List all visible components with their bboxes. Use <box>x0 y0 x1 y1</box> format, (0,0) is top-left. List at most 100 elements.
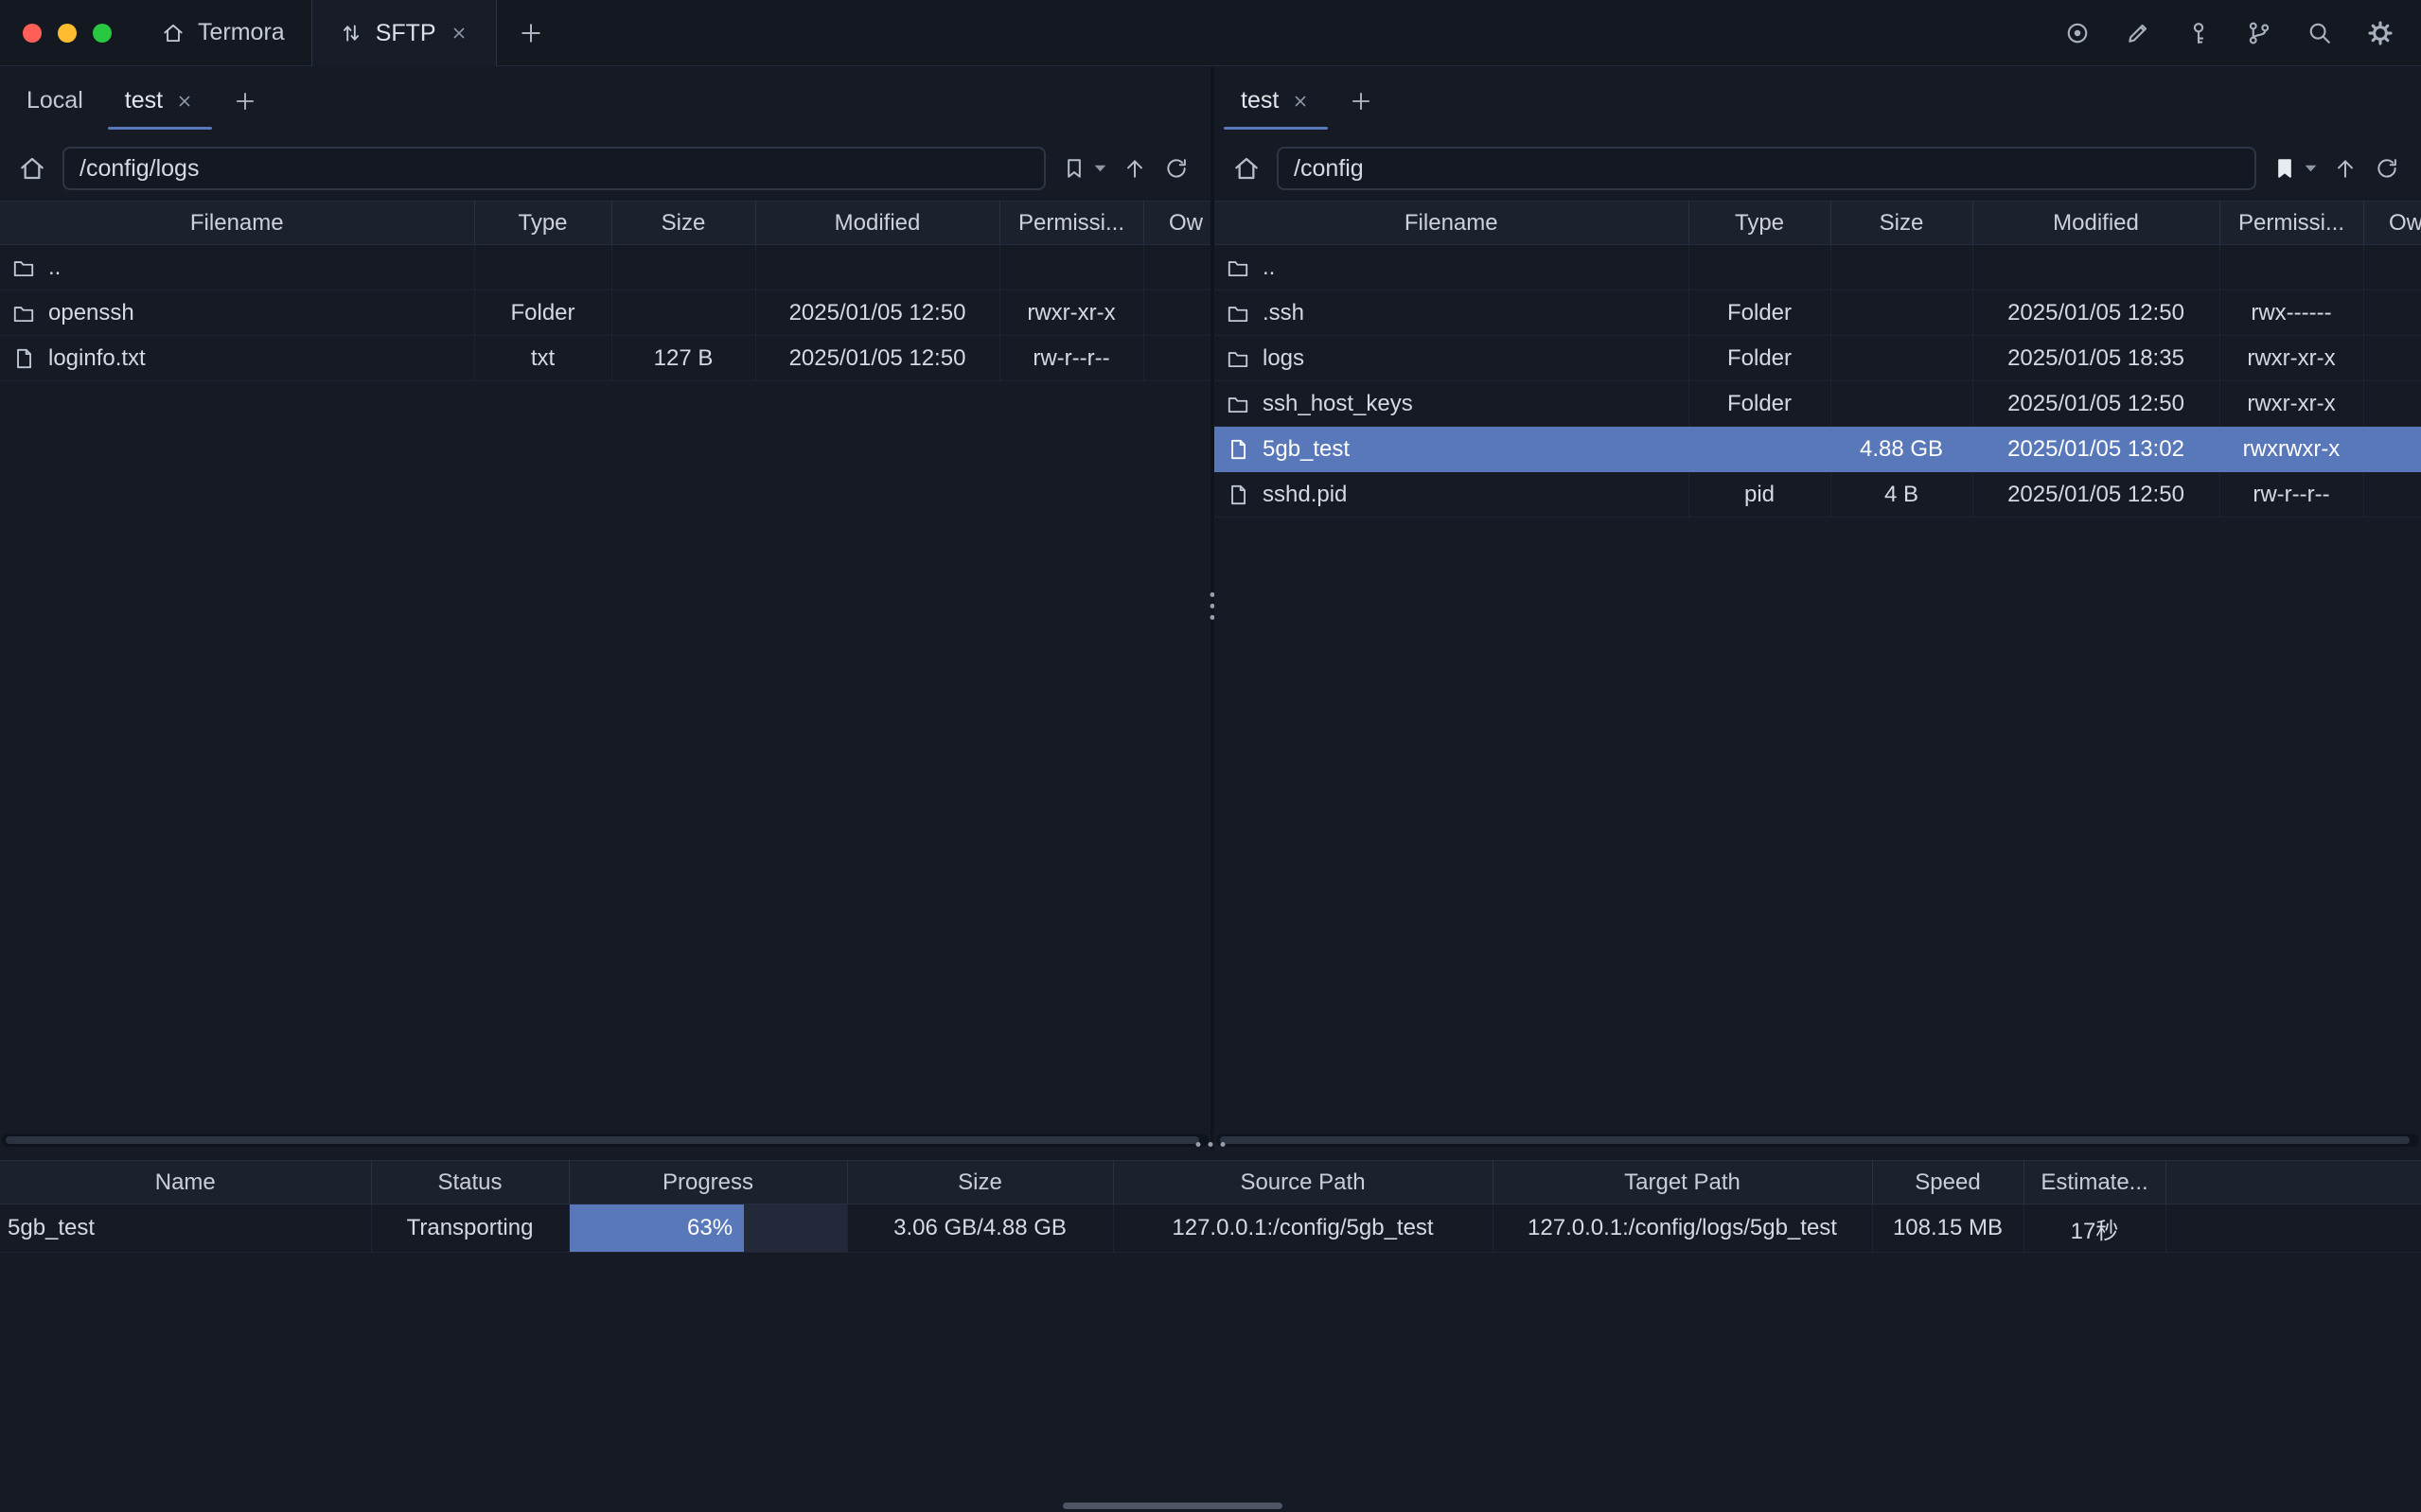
cell-modified: 2025/01/05 13:02 <box>1972 427 2219 472</box>
progress-percent-label: 63% <box>687 1215 733 1241</box>
minimize-window-button[interactable] <box>58 24 77 43</box>
cell-type <box>474 245 611 290</box>
transfer-row[interactable]: 5gb_test Transporting 63% 3.06 GB/4.88 G… <box>0 1204 2421 1253</box>
settings-gear-icon[interactable] <box>2366 19 2394 47</box>
col-header-filename[interactable]: Filename <box>0 202 474 245</box>
cell-permissions: rwxr-xr-x <box>2219 381 2363 427</box>
left-bookmark-control[interactable] <box>1061 155 1106 182</box>
right-pane-tabs: test <box>1214 66 2421 136</box>
col-header-size[interactable]: Size <box>611 202 755 245</box>
right-refresh-button[interactable] <box>2374 155 2400 182</box>
zoom-window-button[interactable] <box>93 24 112 43</box>
tab-sftp[interactable]: SFTP <box>311 0 497 66</box>
key-icon[interactable] <box>2184 19 2213 47</box>
edit-icon[interactable] <box>2124 19 2152 47</box>
dual-pane-area: Local test <box>0 66 2421 1151</box>
table-row[interactable]: ssh_host_keys Folder 2025/01/05 12:50 rw… <box>1214 381 2421 427</box>
right-path-input[interactable] <box>1277 147 2256 190</box>
cell-type <box>1688 245 1830 290</box>
file-icon <box>1226 483 1250 507</box>
folder-icon <box>1226 392 1250 416</box>
cell-permissions: rw-r--r-- <box>999 336 1143 381</box>
col-header-modified[interactable]: Modified <box>755 202 999 245</box>
cell-owner <box>2363 472 2421 518</box>
cell-transfer-speed: 108.15 MB <box>1872 1204 2023 1253</box>
col-header-estimate[interactable]: Estimate... <box>2023 1161 2165 1204</box>
col-header-name[interactable]: Name <box>0 1161 371 1204</box>
plus-icon <box>1349 89 1373 114</box>
left-tab-test[interactable]: test <box>104 66 216 135</box>
col-header-permissions[interactable]: Permissi... <box>999 202 1143 245</box>
col-header-type[interactable]: Type <box>1688 202 1830 245</box>
cell-filename: loginfo.txt <box>0 336 474 381</box>
col-header-owner[interactable]: Ow <box>1143 202 1210 245</box>
cell-type: Folder <box>1688 290 1830 336</box>
git-branch-icon[interactable] <box>2245 19 2273 47</box>
right-tab-test[interactable]: test <box>1220 66 1332 135</box>
plus-icon <box>233 89 257 114</box>
home-icon[interactable] <box>1231 153 1262 184</box>
table-row[interactable]: sshd.pid pid 4 B 2025/01/05 12:50 rw-r--… <box>1214 472 2421 518</box>
col-header-target-path[interactable]: Target Path <box>1493 1161 1872 1204</box>
right-up-directory-button[interactable] <box>2332 155 2359 182</box>
cell-permissions <box>999 245 1143 290</box>
col-header-type[interactable]: Type <box>474 202 611 245</box>
horizontal-scrollbar-thumb[interactable] <box>1220 1136 2410 1144</box>
table-row[interactable]: .. <box>0 245 1210 290</box>
new-window-tab-button[interactable] <box>497 0 565 65</box>
table-row[interactable]: logs Folder 2025/01/05 18:35 rwxr-xr-x <box>1214 336 2421 381</box>
cell-transfer-size: 3.06 GB/4.88 GB <box>847 1204 1113 1253</box>
table-row[interactable]: .. <box>1214 245 2421 290</box>
home-icon[interactable] <box>17 153 47 184</box>
h-splitter-handle[interactable] <box>1196 1142 1226 1147</box>
cell-modified: 2025/01/05 12:50 <box>755 336 999 381</box>
cell-filename: .. <box>1214 245 1688 290</box>
left-refresh-button[interactable] <box>1163 155 1190 182</box>
cell-size: 4.88 GB <box>1830 427 1972 472</box>
horizontal-scrollbar-thumb[interactable] <box>6 1136 1199 1144</box>
cell-type <box>1688 427 1830 472</box>
left-up-directory-button[interactable] <box>1122 155 1148 182</box>
cell-type: pid <box>1688 472 1830 518</box>
col-header-modified[interactable]: Modified <box>1972 202 2219 245</box>
bottom-scrollbar-thumb[interactable] <box>1063 1503 1282 1509</box>
cell-transfer-progress: 63% <box>569 1204 847 1253</box>
col-header-permissions[interactable]: Permissi... <box>2219 202 2363 245</box>
close-window-button[interactable] <box>23 24 42 43</box>
col-header-status[interactable]: Status <box>371 1161 569 1204</box>
cell-filename: .. <box>0 245 474 290</box>
right-tab-close-button[interactable] <box>1290 91 1311 112</box>
col-header-size[interactable]: Size <box>1830 202 1972 245</box>
table-row[interactable]: loginfo.txt txt 127 B 2025/01/05 12:50 r… <box>0 336 1210 381</box>
right-new-tab-button[interactable] <box>1332 66 1390 135</box>
left-path-input[interactable] <box>62 147 1046 190</box>
folder-icon <box>11 255 36 280</box>
cell-transfer-status: Transporting <box>371 1204 569 1253</box>
col-header-source-path[interactable]: Source Path <box>1113 1161 1493 1204</box>
left-horizontal-scrollbar <box>2 1134 1209 1147</box>
tab-termora[interactable]: Termora <box>134 0 311 65</box>
cell-modified: 2025/01/05 12:50 <box>1972 290 2219 336</box>
right-pane: test <box>1214 66 2421 1151</box>
col-header-size[interactable]: Size <box>847 1161 1113 1204</box>
cell-transfer-source-path: 127.0.0.1:/config/5gb_test <box>1113 1204 1493 1253</box>
col-header-owner[interactable]: Ow <box>2363 202 2421 245</box>
bookmark-icon <box>1061 155 1087 182</box>
col-header-speed[interactable]: Speed <box>1872 1161 2023 1204</box>
col-header-progress[interactable]: Progress <box>569 1161 847 1204</box>
left-tab-close-button[interactable] <box>174 91 195 112</box>
col-header-filename[interactable]: Filename <box>1214 202 1688 245</box>
cell-filename: sshd.pid <box>1214 472 1688 518</box>
table-row[interactable]: openssh Folder 2025/01/05 12:50 rwxr-xr-… <box>0 290 1210 336</box>
cell-owner <box>2363 336 2421 381</box>
left-tab-local[interactable]: Local <box>6 66 104 135</box>
close-tab-icon[interactable] <box>449 23 469 44</box>
search-icon[interactable] <box>2306 19 2334 47</box>
record-icon[interactable] <box>2063 19 2092 47</box>
left-new-tab-button[interactable] <box>216 66 274 135</box>
table-row[interactable]: .ssh Folder 2025/01/05 12:50 rwx------ <box>1214 290 2421 336</box>
table-row-selected[interactable]: 5gb_test 4.88 GB 2025/01/05 13:02 rwxrwx… <box>1214 427 2421 472</box>
progress-bar: 63% <box>570 1204 847 1252</box>
right-bookmark-control[interactable] <box>2271 155 2317 182</box>
progress-bar-fill: 63% <box>570 1204 745 1252</box>
